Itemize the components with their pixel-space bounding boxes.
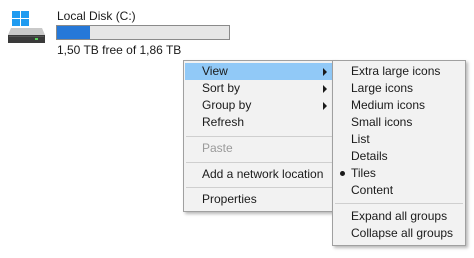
menu-item-label: Content [351,183,394,197]
submenu-arrow-icon [323,85,327,93]
view-option-medium-icons[interactable]: Medium icons [334,97,464,114]
menu-item-label: Collapse all groups [351,226,454,240]
menu-separator [186,187,332,188]
view-option-extra-large-icons[interactable]: Extra large icons [334,63,464,80]
view-option-large-icons[interactable]: Large icons [334,80,464,97]
menu-item-label: Sort by [202,81,241,95]
context-menu: View Sort by Group by Refresh Paste Add … [183,60,335,212]
menu-item-paste: Paste [185,140,333,157]
menu-item-label: Tiles [351,166,376,180]
view-option-list[interactable]: List [334,131,464,148]
menu-item-properties[interactable]: Properties [185,191,333,208]
menu-item-label: Extra large icons [351,64,441,78]
view-option-expand-all-groups[interactable]: Expand all groups [334,208,464,225]
hard-drive-icon [8,6,48,46]
menu-item-label: Details [351,149,388,163]
drive-usage-bar-fill [57,26,90,39]
view-option-collapse-all-groups[interactable]: Collapse all groups [334,225,464,242]
menu-item-label: Group by [202,98,252,112]
menu-item-label: Refresh [202,115,245,129]
menu-item-label: Large icons [351,81,414,95]
menu-item-refresh[interactable]: Refresh [185,114,333,131]
selected-bullet-icon [340,171,345,176]
drive-tile-local-disk-c[interactable]: Local Disk (C:) 1,50 TB free of 1,86 TB [6,4,236,57]
view-option-small-icons[interactable]: Small icons [334,114,464,131]
drive-usage-bar [56,25,230,40]
menu-item-add-network-location[interactable]: Add a network location [185,166,333,183]
menu-item-label: Small icons [351,115,413,129]
view-option-tiles[interactable]: Tiles [334,165,464,182]
drive-name: Local Disk (C:) [57,9,136,23]
menu-item-label: View [202,64,228,78]
menu-separator [186,162,332,163]
menu-item-label: Paste [202,141,233,155]
menu-item-label: Medium icons [351,98,426,112]
menu-item-label: Add a network location [202,167,324,181]
menu-item-label: Expand all groups [351,209,448,223]
submenu-arrow-icon [323,68,327,76]
view-submenu: Extra large icons Large icons Medium ico… [332,60,466,246]
menu-item-group-by[interactable]: Group by [185,97,333,114]
view-option-details[interactable]: Details [334,148,464,165]
menu-item-sort-by[interactable]: Sort by [185,80,333,97]
menu-separator [335,203,463,204]
view-option-content[interactable]: Content [334,182,464,199]
submenu-arrow-icon [323,102,327,110]
drive-free-space: 1,50 TB free of 1,86 TB [57,43,182,57]
menu-item-label: Properties [202,192,257,206]
menu-item-view[interactable]: View [185,63,333,80]
menu-item-label: List [351,132,370,146]
menu-separator [186,136,332,137]
